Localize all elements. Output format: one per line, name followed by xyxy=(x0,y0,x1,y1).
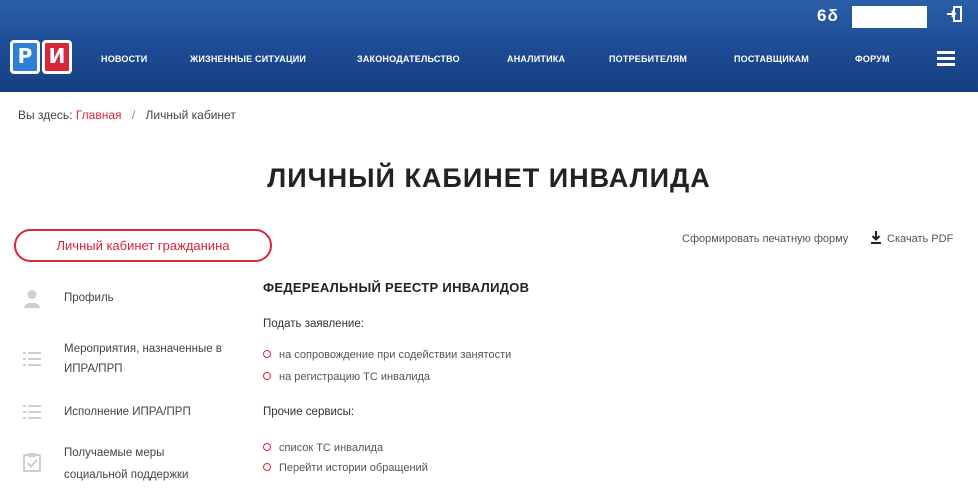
link-label: Перейти истории обращений xyxy=(279,462,428,474)
sidebar-item-label: Профиль xyxy=(64,292,114,304)
top-navigation-bar: 6δ Р И НОВОСТИ ЖИЗНЕННЫЕ СИТУАЦИИ ЗАКОНО… xyxy=(0,0,978,92)
download-pdf-link[interactable]: Скачать PDF xyxy=(870,230,953,245)
bullet-icon xyxy=(263,372,271,380)
breadcrumb-separator: / xyxy=(131,108,136,122)
main-nav: НОВОСТИ ЖИЗНЕННЫЕ СИТУАЦИИ ЗАКОНОДАТЕЛЬС… xyxy=(0,0,978,92)
apply-link-vehicle-registration[interactable]: на регистрацию ТС инвалида xyxy=(263,371,430,383)
page-title: ЛИЧНЫЙ КАБИНЕТ ИНВАЛИДА xyxy=(267,163,711,193)
breadcrumb-prefix: Вы здесь: xyxy=(18,108,73,122)
other-link-vehicle-list[interactable]: список ТС инвалида xyxy=(263,442,383,454)
download-pdf-label: Скачать PDF xyxy=(887,233,954,245)
nav-item-legislation[interactable]: ЗАКОНОДАТЕЛЬСТВО xyxy=(357,54,460,64)
sidebar-item-label: Исполнение ИПРА/ПРП xyxy=(64,406,191,418)
nav-item-analytics[interactable]: АНАЛИТИКА xyxy=(507,54,565,64)
sidebar-item-label: Получаемые меры xyxy=(64,447,165,459)
breadcrumb-home-link[interactable]: Главная xyxy=(76,108,122,122)
list-icon xyxy=(23,352,41,366)
link-label: на регистрацию ТС инвалида xyxy=(279,371,431,383)
nav-item-forum[interactable]: ФОРУМ xyxy=(855,54,890,64)
user-icon xyxy=(24,290,40,308)
nav-item-life-situations[interactable]: ЖИЗНЕННЫЕ СИТУАЦИИ xyxy=(190,54,306,64)
print-form-link[interactable]: Сформировать печатную форму xyxy=(682,233,848,245)
link-label: на сопровождение при содействии занятост… xyxy=(279,349,512,361)
link-label: список ТС инвалида xyxy=(279,442,384,454)
sidebar-item-label: Мероприятия, назначенные в xyxy=(64,343,222,355)
breadcrumb-current: Личный кабинет xyxy=(145,108,236,122)
apply-heading: Подать заявление: xyxy=(263,318,364,330)
clipboard-check-icon xyxy=(23,453,41,472)
breadcrumb: Вы здесь: Главная / Личный кабинет xyxy=(18,108,236,122)
bullet-icon xyxy=(263,443,271,451)
other-link-request-history[interactable]: Перейти истории обращений xyxy=(263,462,428,474)
list-icon xyxy=(23,405,41,419)
bullet-icon xyxy=(263,350,271,358)
citizen-cabinet-button[interactable]: Личный кабинет гражданина xyxy=(14,229,272,262)
apply-link-employment-support[interactable]: на сопровождение при содействии занятост… xyxy=(263,349,511,361)
bullet-icon xyxy=(263,463,271,471)
section-title: ФЕДЕРЕАЛЬНЫЙ РЕЕСТР ИНВАЛИДОВ xyxy=(263,280,530,295)
sidebar-item-label-line2: социальной поддержки xyxy=(64,469,189,481)
sidebar-item-label-line2: ИПРА/ПРП xyxy=(64,363,123,375)
other-services-heading: Прочие сервисы: xyxy=(263,406,355,418)
menu-hamburger-icon[interactable] xyxy=(937,51,955,66)
download-icon xyxy=(871,231,881,244)
nav-item-consumers[interactable]: ПОТРЕБИТЕЛЯМ xyxy=(609,54,687,64)
nav-item-news[interactable]: НОВОСТИ xyxy=(101,54,147,64)
nav-item-suppliers[interactable]: ПОСТАВЩИКАМ xyxy=(734,54,809,64)
